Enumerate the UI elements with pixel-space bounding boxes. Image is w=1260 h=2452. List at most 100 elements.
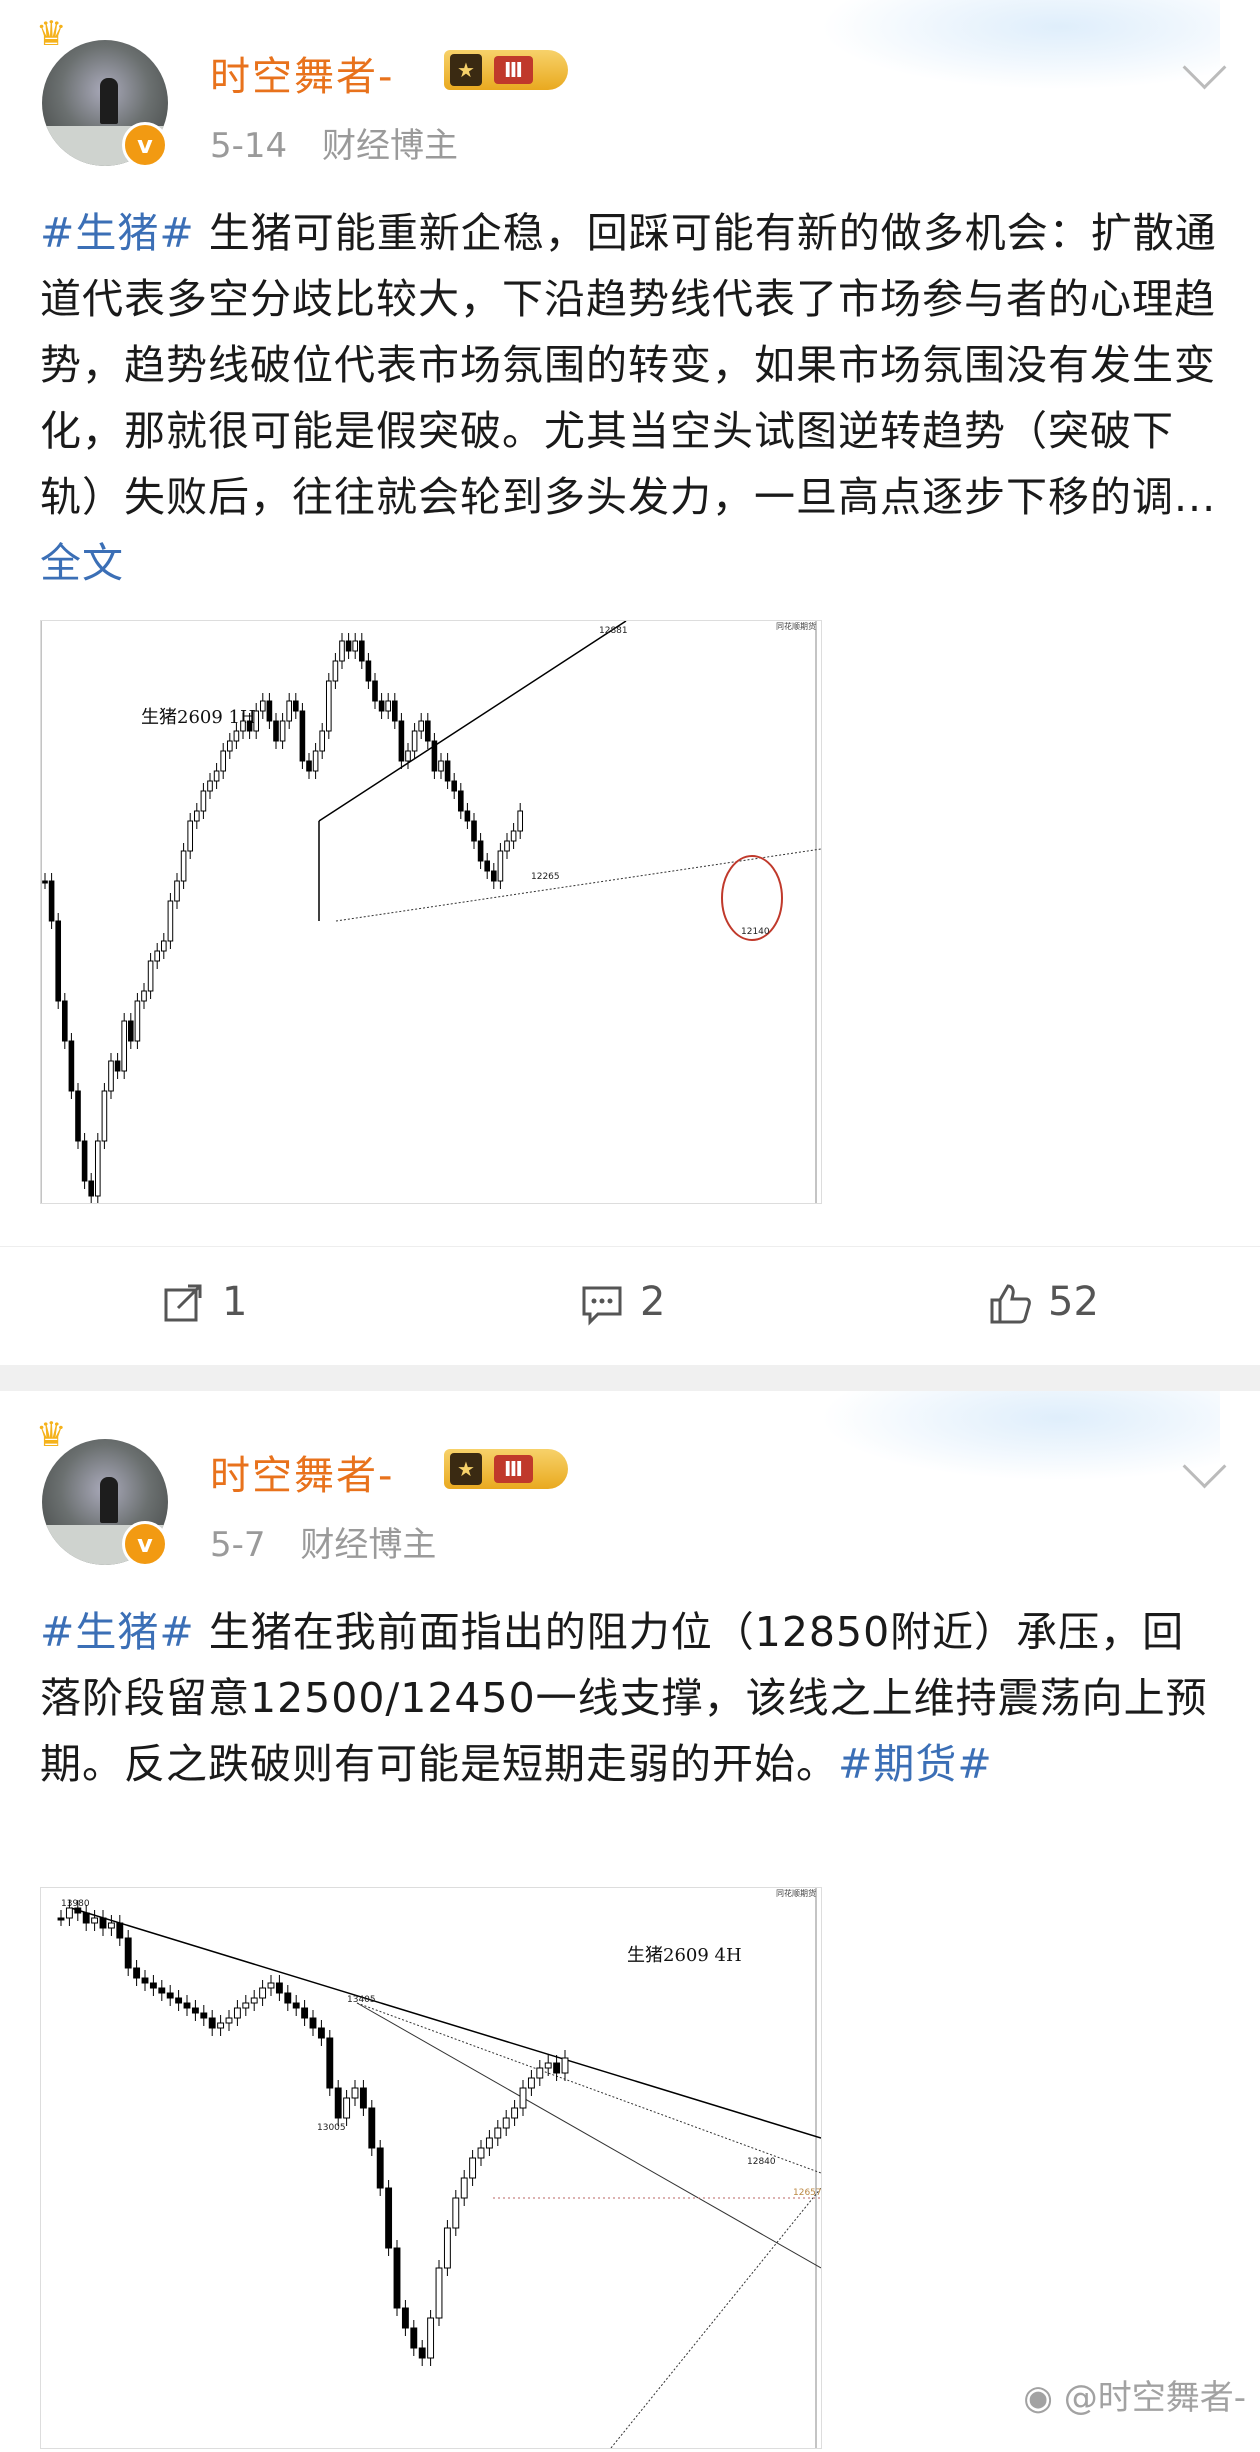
candle-body (233, 730, 240, 742)
candle-body (107, 1922, 115, 1929)
candle-body (332, 660, 339, 682)
candle-body (485, 2137, 493, 2149)
candle-body (154, 950, 161, 962)
candle-body (351, 2087, 359, 2099)
candle-body (275, 1982, 283, 1994)
candle-body (497, 850, 504, 882)
chart-corner-label: 同花顺期货 (776, 1888, 816, 1898)
candle-body (259, 1987, 267, 1999)
candle-body (405, 750, 411, 762)
post-date: 5-7 (210, 1525, 266, 1565)
candle-body (75, 1090, 81, 1142)
candle-body (242, 2002, 250, 2009)
candle-body (299, 710, 306, 762)
candle-body (365, 660, 372, 682)
candle-body (319, 730, 326, 752)
candle-body (358, 640, 365, 662)
candle-body (57, 1917, 65, 1921)
price-label-low: 12140 (741, 927, 770, 937)
candle-body (225, 2017, 233, 2024)
candle-body (147, 960, 154, 992)
candle-body (438, 760, 444, 772)
candle-body (393, 2247, 401, 2309)
candle-body (160, 940, 167, 952)
candle-body (267, 1982, 275, 1989)
chart-title: 生猪2609 1H (141, 707, 256, 728)
share-button[interactable]: 1 (162, 1277, 247, 1327)
candle-body (42, 880, 48, 884)
candle-body (317, 2027, 325, 2039)
comment-button[interactable]: 2 (580, 1277, 665, 1327)
expand-full-text-link[interactable]: 全文 (40, 539, 124, 587)
candle-body (477, 840, 484, 862)
candle-body (410, 2327, 418, 2349)
chart-corner-label: 同花顺期货 (776, 621, 816, 631)
candle-body (94, 1140, 101, 1197)
candle-body (220, 750, 227, 772)
candle-body (343, 2097, 351, 2119)
candle-body (61, 1000, 68, 1042)
candle-body (431, 740, 438, 772)
like-icon (990, 1284, 1031, 1324)
username[interactable]: 时空舞者- (210, 1443, 394, 1501)
candle-body (279, 720, 286, 742)
candle-body (48, 880, 55, 922)
candle-body (451, 780, 458, 792)
candle-body (345, 640, 352, 652)
candle-body (292, 2002, 300, 2009)
candle-body (325, 680, 332, 732)
post-image-chart[interactable]: 生猪2609 4H 同花顺期货 13980 13405 13005 12840 … (40, 1887, 822, 2449)
candle-body (385, 2187, 393, 2249)
hashtag-link[interactable]: #生猪# (40, 209, 195, 257)
weibo-logo-icon: ◉ (1023, 2378, 1064, 2418)
post-meta: 5-7 财经博主 (210, 1517, 460, 1566)
candle-body (191, 2007, 199, 2014)
candle-body (193, 810, 200, 822)
candle-body (124, 1937, 132, 1969)
candle-body (334, 2087, 342, 2119)
hashtag-link[interactable]: #生猪# (40, 1608, 195, 1656)
candle-body (81, 1140, 88, 1182)
like-button[interactable]: 52 (988, 1277, 1099, 1327)
candle-body (435, 2267, 443, 2319)
price-label-last: 12657 (793, 2188, 821, 2198)
candle-body (502, 2117, 510, 2129)
candle-body (174, 880, 180, 902)
candle-body (68, 1040, 75, 1092)
crown-icon: ♛ (36, 1415, 67, 1455)
candle-body (359, 2087, 367, 2109)
candle-body (339, 640, 345, 662)
candle-body (141, 990, 147, 1002)
candle-body (368, 2107, 376, 2149)
candle-body (457, 790, 464, 812)
candle-body (286, 700, 293, 722)
hashtag-link-2[interactable]: #期货# (838, 1740, 993, 1788)
candle-body (250, 1997, 258, 2004)
post-1: ♛ v 时空舞者- ★ Ⅲ 5-14 财经博主 #生猪# 生猪可能重新企稳，回踩… (0, 0, 1260, 1365)
candle-body (127, 1020, 134, 1042)
level-badge[interactable]: ★ Ⅲ (444, 1449, 568, 1489)
candle-body (553, 2062, 561, 2074)
post-image-chart[interactable]: 生猪2609 1H 同花顺期货 12881 12265 12140 (40, 620, 822, 1204)
candle-body (477, 2147, 485, 2159)
candle-body (372, 680, 378, 702)
candle-body (398, 720, 405, 762)
candle-body (82, 1912, 90, 1924)
candle-body (464, 810, 471, 822)
candle-body (213, 770, 220, 782)
candle-body (273, 720, 279, 742)
candle-body (114, 1060, 121, 1072)
candle-body (424, 720, 431, 742)
post-body: 生猪在我前面指出的阻力位（12850附近）承压，回落阶段留意12500/1245… (40, 1608, 1208, 1788)
candle-body (149, 1982, 157, 1989)
candle-body (240, 720, 246, 732)
crown-icon: ★ (450, 1453, 482, 1485)
username[interactable]: 时空舞者- (210, 44, 394, 102)
candle-body (101, 1090, 108, 1142)
candle-body (200, 790, 207, 812)
level-badge[interactable]: ★ Ⅲ (444, 50, 568, 90)
verified-badge-icon: v (122, 122, 168, 168)
post-meta: 5-14 财经博主 (210, 118, 482, 167)
candle-body (259, 700, 266, 712)
candle-body (65, 1907, 73, 1919)
